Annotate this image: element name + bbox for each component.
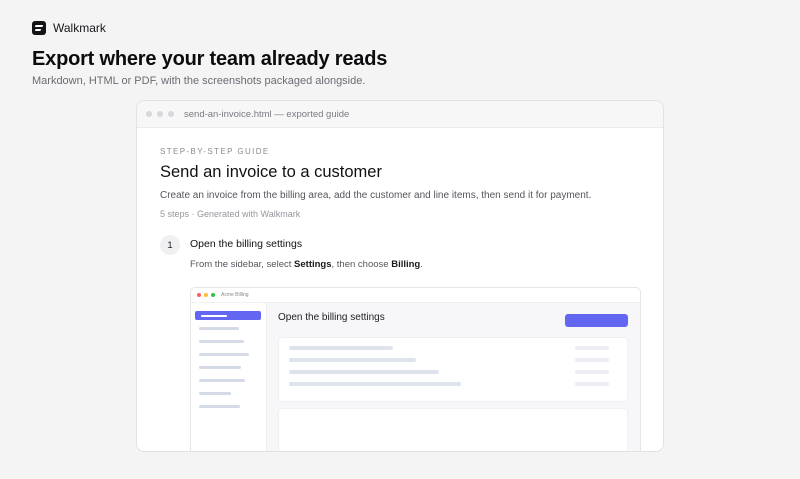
- screenshot-main: Open the billing settings: [267, 303, 640, 451]
- hero-title: Export where your team already reads: [32, 48, 388, 70]
- placeholder-line: [289, 370, 439, 374]
- screenshot-titlebar: Acme Billing: [191, 288, 640, 303]
- guide-title: Send an invoice to a customer: [160, 163, 382, 181]
- placeholder-line: [289, 358, 416, 362]
- screenshot-primary-button: [565, 314, 628, 327]
- step-screenshot: Acme Billing Open the billing settings: [190, 287, 641, 451]
- placeholder-line: [289, 346, 393, 350]
- sidebar-item: [199, 353, 249, 356]
- sidebar-item: [199, 366, 241, 369]
- sidebar-item: [199, 327, 239, 330]
- close-dot-icon: [197, 293, 201, 297]
- walkmark-logo-icon: [32, 21, 46, 35]
- step-number-badge: 1: [160, 235, 180, 255]
- step-title: Open the billing settings: [190, 238, 303, 250]
- step-desc-billing: Billing: [391, 259, 421, 270]
- zoom-dot-icon: [211, 293, 215, 297]
- guide-header: STEP-BY-STEP GUIDE Send an invoice to a …: [160, 147, 640, 219]
- hero-subtitle: Markdown, HTML or PDF, with the screensh…: [32, 75, 366, 87]
- screenshot-page-title: Open the billing settings: [278, 312, 385, 323]
- step-desc-settings: Settings: [294, 259, 332, 270]
- guide-eyebrow: STEP-BY-STEP GUIDE: [160, 147, 270, 156]
- placeholder-value: [575, 382, 609, 386]
- step-desc-text: , then choose: [331, 259, 392, 270]
- window-title: send-an-invoice.html — exported guide: [184, 108, 350, 120]
- placeholder-value: [575, 358, 609, 362]
- window-dot-icon: [146, 111, 152, 117]
- sidebar-item: [199, 379, 245, 382]
- guide-description: Create an invoice from the billing area,…: [160, 190, 592, 201]
- brand: Walkmark: [32, 21, 106, 35]
- sidebar-item-active: [195, 311, 261, 320]
- window-dot-icon: [168, 111, 174, 117]
- placeholder-value: [575, 346, 609, 350]
- placeholder-value: [575, 370, 609, 374]
- step-desc-text: From the sidebar, select: [190, 259, 295, 270]
- sidebar-item: [199, 405, 240, 408]
- guide-meta: 5 steps · Generated with Walkmark: [160, 209, 301, 219]
- screenshot-sidebar: [191, 303, 267, 451]
- screenshot-card: [278, 337, 628, 402]
- window-titlebar: send-an-invoice.html — exported guide: [137, 101, 663, 128]
- exported-guide-window: send-an-invoice.html — exported guide ST…: [136, 100, 664, 452]
- sidebar-item: [199, 392, 231, 395]
- window-dot-icon: [157, 111, 163, 117]
- screenshot-card: [278, 408, 628, 451]
- step-description: From the sidebar, select Settings, then …: [190, 259, 423, 270]
- placeholder-line: [289, 382, 461, 386]
- minimize-dot-icon: [204, 293, 208, 297]
- screenshot-app-name: Acme Billing: [221, 292, 249, 298]
- brand-name: Walkmark: [53, 21, 106, 35]
- sidebar-item: [199, 340, 244, 343]
- step-desc-text: .: [420, 259, 423, 270]
